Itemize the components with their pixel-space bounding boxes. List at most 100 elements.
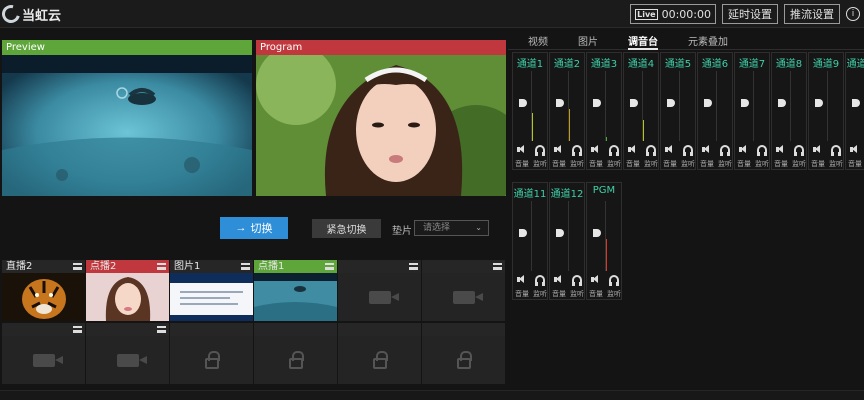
emergency-switch-button[interactable]: 紧急切换	[312, 219, 381, 238]
tab-1[interactable]: 图片	[578, 28, 598, 49]
headphone-icon[interactable]	[831, 145, 841, 156]
speaker-icon[interactable]	[665, 145, 675, 154]
source-cell[interactable]	[2, 323, 85, 384]
volume-label: 音量	[626, 160, 640, 168]
speaker-icon[interactable]	[702, 145, 712, 154]
source-cell[interactable]	[338, 323, 421, 384]
speaker-icon[interactable]	[776, 145, 786, 154]
speaker-icon[interactable]	[739, 145, 749, 154]
fader-knob[interactable]	[519, 229, 527, 237]
menu-icon[interactable]	[493, 263, 502, 270]
channel-control-labels: 音量监听	[661, 159, 697, 169]
menu-icon[interactable]	[409, 263, 418, 270]
source-cell[interactable]	[86, 323, 169, 384]
source-cell-header: 点播2	[86, 260, 169, 273]
speaker-icon[interactable]	[591, 275, 601, 284]
tab-0[interactable]: 视频	[528, 28, 548, 49]
camera-icon	[368, 290, 399, 304]
speaker-icon[interactable]	[517, 275, 527, 284]
info-icon[interactable]: i	[846, 7, 860, 21]
source-cell[interactable]: 图片1	[170, 260, 253, 321]
monitor-label: 监听	[829, 160, 843, 168]
fader-knob[interactable]	[741, 99, 749, 107]
fader-track[interactable]	[568, 201, 569, 271]
source-cell-label: 点播2	[90, 261, 117, 272]
headphone-icon[interactable]	[720, 145, 730, 156]
fader-knob[interactable]	[852, 99, 860, 107]
headphone-icon[interactable]	[535, 275, 545, 286]
channel-name: 通道10	[846, 59, 864, 70]
fader-knob[interactable]	[556, 99, 564, 107]
delay-settings-button[interactable]: 延时设置	[722, 4, 778, 24]
fader-knob[interactable]	[815, 99, 823, 107]
headphone-icon[interactable]	[757, 145, 767, 156]
speaker-icon[interactable]	[813, 145, 823, 154]
speaker-icon[interactable]	[591, 145, 601, 154]
headphone-icon[interactable]	[535, 145, 545, 156]
source-cell[interactable]	[338, 260, 421, 321]
headphone-icon[interactable]	[572, 145, 582, 156]
tab-3[interactable]: 元素叠加	[688, 28, 728, 49]
speaker-icon[interactable]	[850, 145, 860, 154]
menu-icon[interactable]	[73, 326, 82, 333]
menu-icon[interactable]	[325, 263, 334, 270]
fader-track[interactable]	[790, 71, 791, 141]
channel-control-labels: 音量监听	[513, 159, 549, 169]
fader-track[interactable]	[716, 71, 717, 141]
source-cell[interactable]	[422, 260, 505, 321]
source-cell[interactable]: 直播2	[2, 260, 85, 321]
source-cell-header: 点播1	[254, 260, 337, 273]
logo: 当虹云	[0, 1, 61, 27]
fader-knob[interactable]	[519, 99, 527, 107]
pad-select[interactable]: 请选择 ⌄	[414, 220, 489, 236]
source-cell[interactable]: 点播2	[86, 260, 169, 321]
tab-2[interactable]: 调音台	[628, 28, 658, 50]
source-cell-label: 图片1	[174, 261, 201, 272]
menu-icon[interactable]	[157, 326, 166, 333]
headphone-icon[interactable]	[609, 145, 619, 156]
fader-knob[interactable]	[778, 99, 786, 107]
fader-track[interactable]	[827, 71, 828, 141]
fader-track[interactable]	[753, 71, 754, 141]
source-thumbnail	[170, 273, 253, 321]
headphone-icon[interactable]	[794, 145, 804, 156]
fader-knob[interactable]	[593, 99, 601, 107]
menu-icon[interactable]	[157, 263, 166, 270]
channel-name: 通道1	[516, 59, 544, 70]
source-cell-header	[254, 323, 337, 336]
speaker-icon[interactable]	[554, 275, 564, 284]
switch-button[interactable]: → 切换	[220, 217, 288, 239]
headphone-icon[interactable]	[683, 145, 693, 156]
channel-control-labels: 音量监听	[513, 289, 549, 299]
headphone-icon[interactable]	[572, 275, 582, 286]
menu-icon[interactable]	[241, 263, 250, 270]
source-cell[interactable]: 点播1	[254, 260, 337, 321]
source-thumbnail	[254, 273, 337, 321]
source-cell-header	[338, 260, 421, 273]
fader-track[interactable]	[605, 71, 606, 141]
fader-track[interactable]	[531, 201, 532, 271]
mixer-channel: 通道12 音量 监听	[549, 182, 585, 300]
monitor-label: 监听	[718, 160, 732, 168]
source-thumbnail	[2, 336, 85, 384]
fader-track[interactable]	[679, 71, 680, 141]
fader-knob[interactable]	[667, 99, 675, 107]
source-cell[interactable]	[170, 323, 253, 384]
fader-knob[interactable]	[704, 99, 712, 107]
speaker-icon[interactable]	[554, 145, 564, 154]
speaker-icon[interactable]	[517, 145, 527, 154]
push-settings-button[interactable]: 推流设置	[784, 4, 840, 24]
headphone-icon[interactable]	[609, 275, 619, 286]
channel-control-labels: 音量监听	[809, 159, 845, 169]
fader-knob[interactable]	[630, 99, 638, 107]
fader-knob[interactable]	[593, 229, 601, 237]
source-cell[interactable]	[422, 323, 505, 384]
channel-controls	[661, 145, 697, 156]
menu-icon[interactable]	[73, 263, 82, 270]
source-cell[interactable]	[254, 323, 337, 384]
logo-icon	[0, 1, 24, 27]
speaker-icon[interactable]	[628, 145, 638, 154]
mixer-channel: 通道1 音量 监听	[512, 52, 548, 170]
headphone-icon[interactable]	[646, 145, 656, 156]
fader-knob[interactable]	[556, 229, 564, 237]
